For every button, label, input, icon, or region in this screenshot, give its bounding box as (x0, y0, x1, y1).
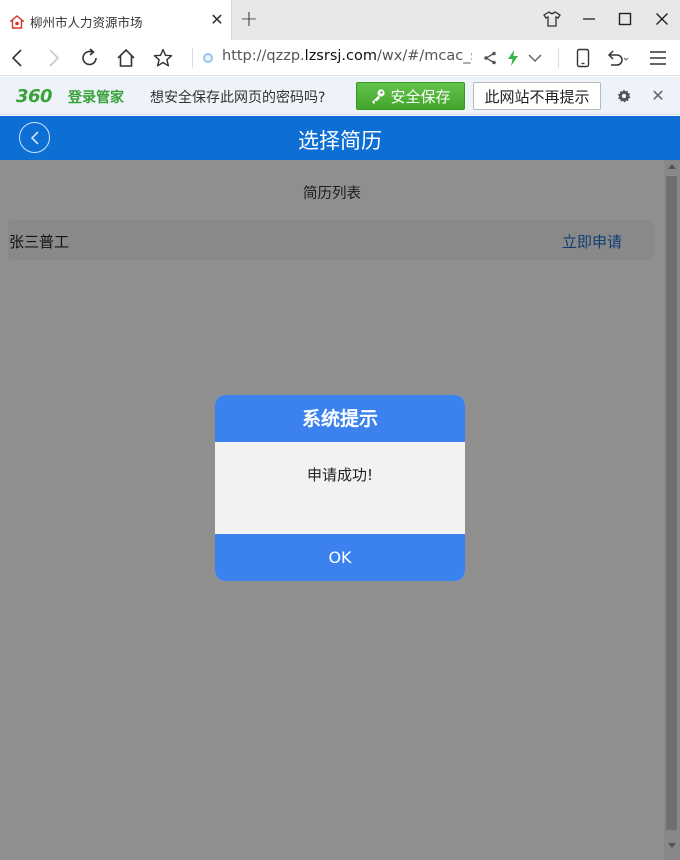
app-header: 选择简历 (0, 116, 680, 160)
gear-icon[interactable] (614, 86, 634, 106)
favicon-icon (9, 14, 25, 29)
dialog-message: 申请成功! (306, 466, 373, 484)
chevron-down-icon[interactable] (523, 46, 547, 70)
toolbar-divider (558, 48, 559, 68)
address-toolbar: http://qzzp.lzsrsj.com/wx/#/mcac_sqz (0, 40, 680, 76)
brand-product: 登录管家 (68, 90, 124, 106)
ok-button[interactable]: OK (215, 534, 465, 581)
back-arrow-icon[interactable] (6, 46, 30, 70)
close-icon[interactable] (650, 8, 674, 30)
menu-icon[interactable] (646, 46, 670, 70)
lightning-icon[interactable] (501, 46, 525, 70)
share-icon[interactable] (478, 46, 502, 70)
tab-title: 柳州市人力资源市场 (30, 15, 143, 30)
new-tab-icon[interactable]: + (239, 9, 259, 31)
url-host: lzsrsj.com (304, 48, 377, 64)
dialog-title: 系统提示 (215, 395, 465, 442)
web-page: 选择简历 简历列表 张三普工 立即申请 系统提示 申请成功! OK (0, 116, 680, 860)
page-title: 选择简历 (298, 129, 382, 153)
site-info-icon[interactable] (203, 53, 213, 63)
skin-icon[interactable] (540, 8, 564, 30)
password-prompt: 想安全保存此网页的密码吗? (150, 90, 326, 106)
url-path: /wx/#/mcac_sqz (377, 48, 472, 64)
safe-save-button[interactable]: 安全保存 (356, 82, 465, 110)
address-field[interactable]: http://qzzp.lzsrsj.com/wx/#/mcac_sqz (222, 48, 472, 64)
undo-icon[interactable] (605, 46, 629, 70)
star-icon[interactable] (151, 46, 175, 70)
alert-dialog: 系统提示 申请成功! OK (215, 395, 465, 581)
toolbar-divider (192, 48, 193, 68)
home-icon[interactable] (114, 46, 138, 70)
phone-icon[interactable] (571, 46, 595, 70)
url-scheme: http://qzzp. (222, 48, 305, 64)
tab-close-icon[interactable]: ✕ (208, 11, 226, 29)
refresh-icon[interactable] (78, 46, 102, 70)
safe-save-label: 安全保存 (390, 87, 451, 106)
tab-strip: 柳州市人力资源市场 ✕ + (0, 0, 680, 40)
maximize-icon[interactable] (613, 8, 637, 30)
password-save-bar: 360 登录管家 想安全保存此网页的密码吗? 安全保存 此网站不再提示 ✕ (0, 77, 680, 115)
never-prompt-button[interactable]: 此网站不再提示 (473, 82, 601, 110)
close-bar-icon[interactable]: ✕ (648, 86, 668, 106)
key-icon (372, 89, 386, 104)
minimize-icon[interactable] (577, 8, 601, 30)
browser-tab[interactable]: 柳州市人力资源市场 ✕ (0, 0, 232, 40)
brand-logo: 360 (16, 86, 53, 107)
forward-arrow-icon[interactable] (41, 46, 65, 70)
